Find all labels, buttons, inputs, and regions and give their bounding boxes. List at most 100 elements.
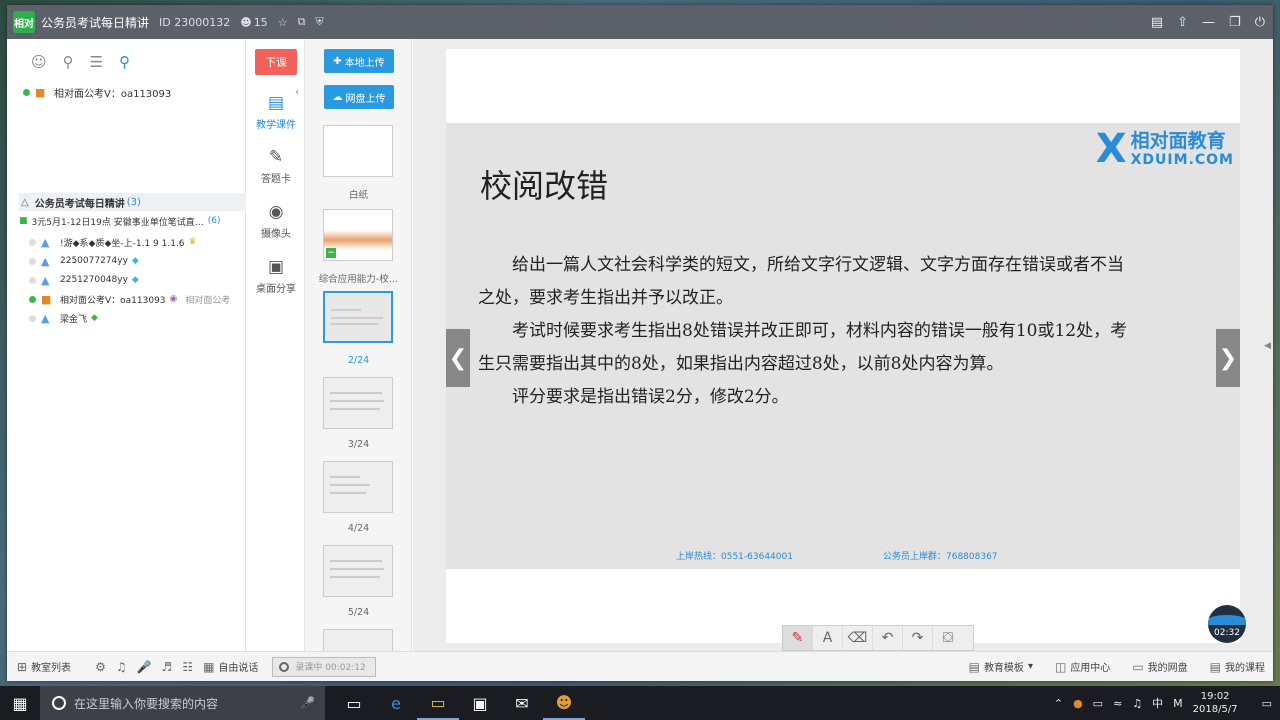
app-center-label: 应用中心 <box>1070 663 1111 674</box>
list-icon[interactable]: ☰ <box>90 53 103 71</box>
volume-icon[interactable]: ♫ <box>1132 697 1142 710</box>
person-icon[interactable]: ☺ <box>31 53 47 71</box>
teacher-row[interactable]: ■ 相对面公考V：oa113093 <box>7 83 245 101</box>
explorer-icon[interactable]: ▭ <box>417 686 459 720</box>
my-disk-label: 我的网盘 <box>1147 663 1188 674</box>
slide-thumb-blank[interactable] <box>323 125 393 177</box>
eraser-icon[interactable]: ⌫ <box>843 626 873 650</box>
list-item[interactable]: ▲ 2250077274yy ◆ <box>29 252 139 270</box>
chevron-up-icon[interactable]: ⌃ <box>1054 697 1063 710</box>
end-class-button[interactable]: 下课 <box>255 49 297 75</box>
redo-icon[interactable]: ↷ <box>903 626 933 650</box>
thumb-line <box>331 317 383 319</box>
member-note: 相对面公考 <box>185 295 231 306</box>
shield-icon[interactable]: ⛨ <box>315 15 323 29</box>
prev-slide-button[interactable]: ❮ <box>446 329 470 387</box>
list-item[interactable]: ■ 相对面公考V：oa113093 ◉ 相对面公考 <box>29 290 230 308</box>
pen-icon[interactable]: ✎ <box>783 626 813 650</box>
minus-icon[interactable]: − <box>326 248 336 258</box>
speaker-icon: ♫ <box>115 659 127 674</box>
taskbar-search[interactable]: 在这里输入你要搜索的内容 🎤 <box>40 686 325 720</box>
app-center-button[interactable]: ◫ 应用中心 <box>1055 659 1111 675</box>
cloud-upload-label: 网盘上传 <box>345 93 386 105</box>
slide-thumb[interactable] <box>323 629 393 651</box>
next-slide-button[interactable]: ❯ <box>1216 329 1240 387</box>
clock-time: 19:02 <box>1200 691 1230 702</box>
thumb-line <box>330 560 382 562</box>
share-icon[interactable]: ⧉ <box>298 15 306 29</box>
group-header[interactable]: △ 公务员考试每日精讲 (3) <box>19 193 246 211</box>
start-button[interactable]: ▦ <box>0 694 40 713</box>
classroom-app-icon[interactable]: ☻ <box>543 686 585 720</box>
courseware-label: 教学课件 <box>256 120 296 131</box>
list-item[interactable]: ▲ 梁金飞 ◆ <box>29 309 98 327</box>
task-view-icon[interactable]: ▭ <box>333 686 375 720</box>
store-icon[interactable]: ▣ <box>459 686 501 720</box>
list-item[interactable]: ▲ !游◆系◆质◆坐-上-1.1 9 1.1.6 ♛ <box>29 233 197 251</box>
notes-icon[interactable]: ▤ <box>1151 15 1163 30</box>
slide-thumb[interactable] <box>323 545 393 597</box>
mic-icon: 🎤 <box>136 659 152 674</box>
notification-icon[interactable]: ▭ <box>1262 697 1272 710</box>
mic-icon[interactable]: 🎤 <box>300 696 315 710</box>
mic-button[interactable]: 🎤 <box>137 660 152 674</box>
classroom-list-button[interactable]: ⊞ 教室列表 <box>17 659 71 675</box>
dropdown-icon: ▾ <box>1027 661 1033 672</box>
music-button[interactable]: ♬ <box>162 660 173 674</box>
status-dot <box>29 314 36 322</box>
free-talk-button[interactable]: ▦ 自由说话 <box>203 659 258 675</box>
ime-indicator[interactable]: 中 <box>1152 695 1163 711</box>
class-timer[interactable]: 02:32 <box>1208 605 1246 643</box>
slide-thumb-label: 综合应用能力-校… <box>318 274 399 285</box>
member-name: 2251270048yy <box>60 275 128 285</box>
slide-thumb[interactable] <box>323 377 393 429</box>
answer-card-tool[interactable]: ✎ 答题卡 <box>247 147 305 185</box>
clock[interactable]: 19:02 2018/5/7 <box>1193 690 1238 716</box>
list-item[interactable]: ▲ 2251270048yy ◆ <box>29 271 139 289</box>
restore-icon[interactable]: ❐ <box>1229 15 1241 30</box>
text-icon[interactable]: A <box>813 626 843 650</box>
battery-icon[interactable]: ▭ <box>1093 697 1103 710</box>
side-expand-icon[interactable]: ◀ <box>1264 341 1271 351</box>
skin-icon[interactable]: ⇧ <box>1177 15 1188 30</box>
undo-icon[interactable]: ↶ <box>873 626 903 650</box>
slide-thumb[interactable] <box>323 461 393 513</box>
edge-icon[interactable]: e <box>375 686 417 720</box>
wifi-icon[interactable]: ≈ <box>1113 697 1122 710</box>
template-label: 教育模板 <box>983 663 1024 674</box>
courseware-tool[interactable]: ▤ 教学课件 <box>247 93 305 131</box>
cloud-upload-button[interactable]: ☁ 网盘上传 <box>324 85 394 109</box>
settings-button[interactable]: ⚙ <box>95 660 106 674</box>
subgroup-row[interactable]: ■ 3元5月1-12日19点 安徽事业单位笔试直… (6) <box>19 213 246 229</box>
windows-logo-icon: ▦ <box>12 693 28 713</box>
thumb-line <box>330 576 380 578</box>
desktop-share-tool[interactable]: ▣ 桌面分享 <box>247 257 305 295</box>
mail-icon[interactable]: ✉ <box>501 686 543 720</box>
mixer-button[interactable]: ☷ <box>182 660 193 674</box>
my-course-label: 我的课程 <box>1225 663 1265 674</box>
slide-thumb-current[interactable] <box>323 291 393 343</box>
template-button[interactable]: ▤ 教育模板 ▾ <box>969 659 1033 675</box>
record-icon <box>279 661 290 672</box>
slide-paragraph: 评分要求是指出错误2分，修改2分。 <box>512 387 789 407</box>
app-tray-icon[interactable]: ● <box>1073 697 1083 710</box>
power-icon[interactable]: ⏻ <box>1255 15 1265 30</box>
lock-icon[interactable]: ⛋ <box>933 626 963 650</box>
crown-icon: ♛ <box>188 237 197 247</box>
mcafee-icon[interactable]: M <box>1173 697 1183 710</box>
search-icon[interactable]: ⚲ <box>119 53 130 71</box>
slide-thumb-cover[interactable]: − <box>323 209 393 261</box>
minimize-icon[interactable]: — <box>1202 15 1215 30</box>
location-icon[interactable]: ⚲ <box>63 53 74 71</box>
app-logo: 相对 <box>13 11 35 33</box>
camera-tool[interactable]: ◉ 摄像头 <box>247 202 305 240</box>
my-disk-button[interactable]: ▭ 我的网盘 <box>1132 659 1188 675</box>
record-button[interactable]: 录课中 00:02:12 <box>272 656 377 677</box>
my-course-button[interactable]: ▤ 我的课程 <box>1210 659 1265 675</box>
star-icon[interactable]: ☆ <box>278 16 288 29</box>
speaker-button[interactable]: ♫ <box>116 660 127 674</box>
local-upload-button[interactable]: ✚ 本地上传 <box>324 49 394 73</box>
diamond-icon: ◆ <box>131 275 139 285</box>
edit-icon: ✎ <box>268 147 284 167</box>
brand-url: XDUIM.COM <box>1130 152 1234 168</box>
